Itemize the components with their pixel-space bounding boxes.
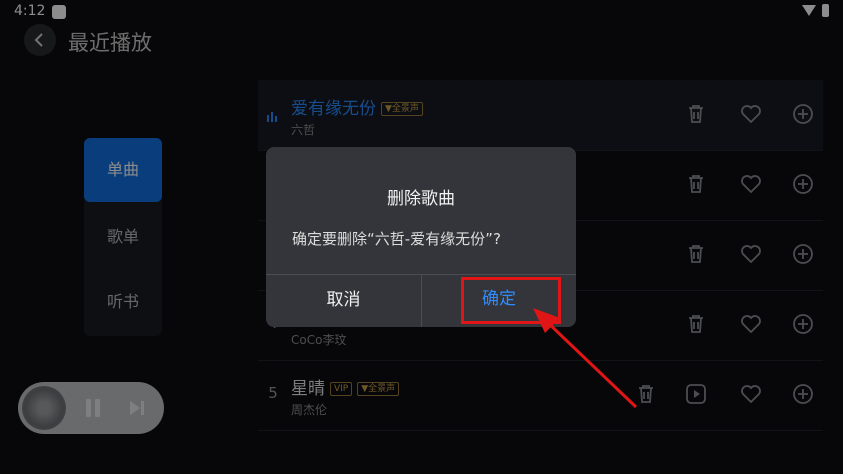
dialog-message: 确定要删除“六哲-爱有缘无份”? [292,230,501,248]
cancel-button[interactable]: 取消 [266,275,421,327]
dialog-title: 删除歌曲 [387,189,455,209]
highlight-box [461,277,561,324]
